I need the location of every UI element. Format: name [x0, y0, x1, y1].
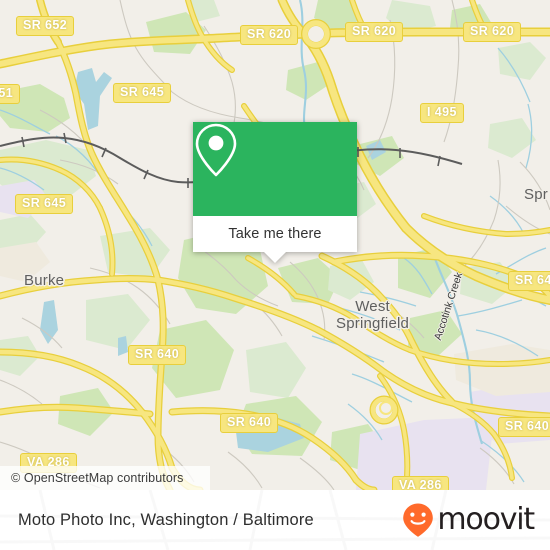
- road-shield-sr644[interactable]: SR 644: [508, 271, 550, 291]
- road-shield-label: SR 640: [227, 415, 272, 429]
- road-shield-sr620-east[interactable]: SR 620: [463, 22, 522, 42]
- popup-tail: [264, 252, 286, 263]
- page-title: Moto Photo Inc, Washington / Baltimore: [18, 510, 314, 529]
- road-shield-sr645-north[interactable]: SR 645: [113, 83, 172, 103]
- road-shield-i495[interactable]: I 495: [420, 103, 464, 123]
- moovit-wordmark: moovit: [437, 502, 535, 537]
- road-shield-label: VA 286: [399, 478, 442, 491]
- road-shield-sr640-south[interactable]: SR 640: [220, 413, 279, 433]
- road-shield-sr620-west[interactable]: SR 620: [240, 25, 299, 45]
- road-shield-label: SR 645: [22, 196, 67, 210]
- map-attribution-text: © OpenStreetMap contributors: [11, 471, 184, 485]
- road-shield-label: SR 620: [247, 27, 292, 41]
- road-shield-label: SR 620: [352, 24, 397, 38]
- road-shield-va286-south[interactable]: VA 286: [392, 476, 449, 490]
- moovit-smiley-pin-icon: [403, 503, 434, 537]
- map-attribution[interactable]: © OpenStreetMap contributors: [0, 466, 210, 490]
- map-canvas[interactable]: .green{fill:#cfe6b6;} .greenlight{fill:#…: [0, 0, 550, 490]
- road-shield-sr640-east[interactable]: SR 640: [498, 417, 550, 437]
- road-shield-label: SR 620: [470, 24, 515, 38]
- road-shield-label: SR 640: [135, 347, 180, 361]
- road-shield-651-clipped[interactable]: 651: [0, 84, 21, 104]
- road-shield-label: SR 645: [120, 85, 165, 99]
- take-me-there-button[interactable]: Take me there: [193, 216, 357, 252]
- road-shield-sr620-center[interactable]: SR 620: [345, 22, 404, 42]
- location-popup-card[interactable]: Take me there: [193, 122, 357, 263]
- road-shield-sr645-west[interactable]: SR 645: [15, 194, 74, 214]
- take-me-there-label: Take me there: [228, 226, 322, 242]
- road-shield-label: I 495: [427, 105, 457, 119]
- location-pin-icon: [195, 123, 237, 177]
- screenshot-root: .green{fill:#cfe6b6;} .greenlight{fill:#…: [0, 0, 550, 550]
- road-shield-label: SR 652: [23, 18, 68, 32]
- road-shield-sr640-north[interactable]: SR 640: [128, 345, 187, 365]
- road-shield-label: 651: [0, 86, 14, 100]
- road-shield-label: SR 644: [515, 273, 550, 287]
- road-shield-sr652[interactable]: SR 652: [16, 16, 75, 36]
- road-shield-label: SR 640: [505, 419, 550, 433]
- moovit-brand[interactable]: moovit: [401, 502, 535, 538]
- footer-bar: Moto Photo Inc, Washington / Baltimore m…: [0, 490, 550, 550]
- popup-header: [193, 122, 357, 216]
